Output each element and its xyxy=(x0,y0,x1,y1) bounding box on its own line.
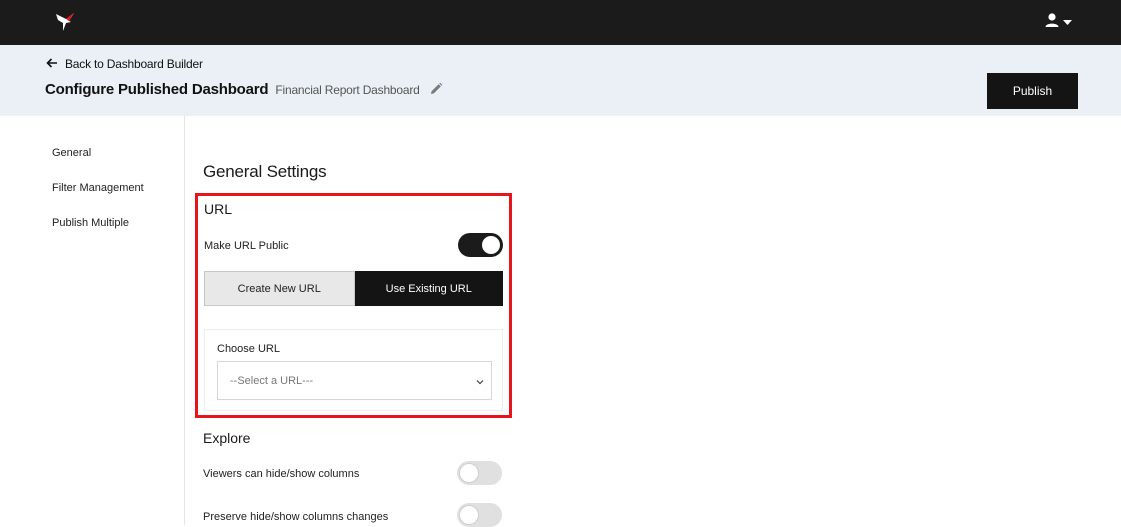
explore-heading: Explore xyxy=(203,430,251,446)
publish-button[interactable]: Publish xyxy=(987,73,1078,109)
settings-sidebar: General Filter Management Publish Multip… xyxy=(0,116,185,525)
url-heading: URL xyxy=(204,201,233,217)
toggle-knob xyxy=(460,506,478,524)
make-url-public-label: Make URL Public xyxy=(204,240,289,252)
tab-use-existing-url[interactable]: Use Existing URL xyxy=(354,271,503,306)
chevron-down-icon xyxy=(476,377,484,385)
choose-url-label: Choose URL xyxy=(217,343,280,355)
url-mode-segmented-control: Create New URL Use Existing URL xyxy=(204,271,503,306)
user-menu[interactable] xyxy=(1044,11,1076,33)
pencil-edit-icon[interactable] xyxy=(429,82,443,96)
caret-down-icon xyxy=(1063,13,1072,31)
back-to-dashboard-builder-link[interactable]: Back to Dashboard Builder xyxy=(46,57,203,71)
section-title: General Settings xyxy=(203,162,327,181)
title-row: Configure Published Dashboard Financial … xyxy=(45,80,443,98)
preserve-columns-changes-toggle[interactable] xyxy=(457,503,502,527)
url-settings-panel: URL Make URL Public Create New URL Use E… xyxy=(195,193,512,418)
main-content: General Settings URL Make URL Public Cre… xyxy=(186,116,1121,527)
page-header: Back to Dashboard Builder Configure Publ… xyxy=(0,45,1121,116)
back-link-label: Back to Dashboard Builder xyxy=(65,57,203,71)
hide-show-columns-label: Viewers can hide/show columns xyxy=(203,468,360,480)
sidebar-item-publish-multiple[interactable]: Publish Multiple xyxy=(52,217,129,229)
toggle-knob xyxy=(482,236,500,254)
arrow-left-icon xyxy=(46,57,58,71)
make-url-public-toggle[interactable] xyxy=(458,233,503,257)
dashboard-name: Financial Report Dashboard xyxy=(275,83,420,97)
choose-url-card: Choose URL --Select a URL--- xyxy=(204,329,503,411)
url-select-value: --Select a URL--- xyxy=(230,374,314,387)
toggle-knob xyxy=(460,464,478,482)
sidebar-item-filter-management[interactable]: Filter Management xyxy=(52,182,144,194)
sidebar-item-general[interactable]: General xyxy=(52,147,91,159)
page-title: Configure Published Dashboard xyxy=(45,81,269,98)
bird-logo-icon[interactable] xyxy=(53,10,77,34)
tab-create-new-url[interactable]: Create New URL xyxy=(204,271,355,306)
top-navbar xyxy=(0,0,1121,45)
preserve-columns-changes-label: Preserve hide/show columns changes xyxy=(203,511,389,523)
user-icon xyxy=(1044,12,1060,33)
hide-show-columns-toggle[interactable] xyxy=(457,461,502,485)
url-select-dropdown[interactable]: --Select a URL--- xyxy=(217,361,492,400)
